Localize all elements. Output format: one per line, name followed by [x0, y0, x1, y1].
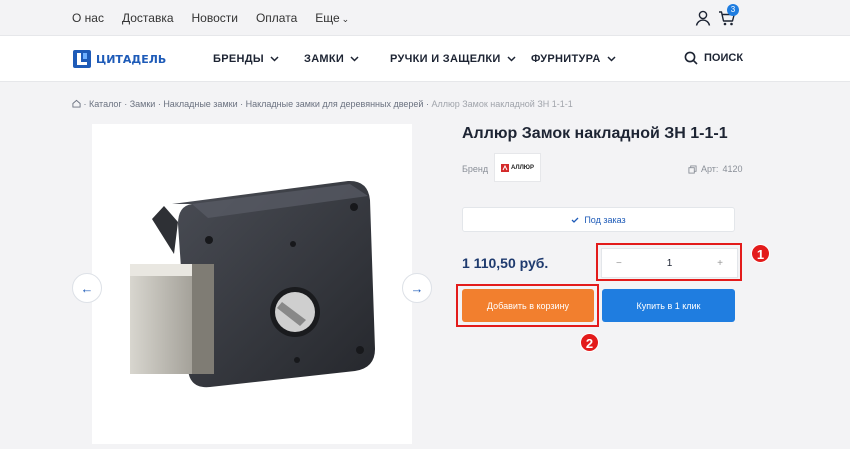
breadcrumb: · Каталог · Замки · Накладные замки · На… [72, 99, 573, 109]
annotation-number-1: 1 [751, 244, 770, 263]
brand-logo[interactable]: АЛЛЮР [494, 153, 541, 182]
top-link-more[interactable]: Еще ⌄ [315, 11, 367, 25]
nav-brands-label: БРЕНДЫ [213, 53, 264, 65]
breadcrumb-current: Аллюр Замок накладной ЗН 1-1-1 [431, 99, 573, 109]
article-value: 4120 [722, 164, 743, 174]
top-link-payment[interactable]: Оплата [256, 11, 297, 25]
gallery-next-arrow-icon[interactable]: → [402, 273, 432, 303]
chevron-down-icon [507, 56, 516, 62]
article-label: Арт: [701, 164, 719, 174]
search-button[interactable]: ПОИСК [684, 51, 743, 65]
chevron-down-icon [270, 56, 279, 62]
availability-text: Под заказ [584, 214, 626, 225]
annotation-box-2 [456, 284, 599, 327]
brand-logo-text: АЛЛЮР [510, 164, 534, 171]
product-title: Аллюр Замок накладной ЗН 1-1-1 [462, 125, 728, 142]
buy-one-click-button[interactable]: Купить в 1 клик [602, 289, 735, 322]
site-logo[interactable]: ЦИТАДЕЛЬ [72, 49, 166, 69]
chevron-down-icon [350, 56, 359, 62]
top-bar: О нас Доставка Новости Оплата Еще ⌄ 3 [0, 0, 850, 36]
nav-locks[interactable]: ЗАМКИ [304, 53, 359, 65]
logo-text: ЦИТАДЕЛЬ [96, 52, 167, 66]
nav-handles[interactable]: РУЧКИ И ЗАЩЕЛКИ [390, 53, 516, 65]
brand-label: Бренд [462, 164, 489, 174]
top-link-news[interactable]: Новости [192, 11, 238, 25]
cart-count-badge: 3 [727, 4, 739, 16]
product-gallery [92, 124, 412, 444]
availability-status[interactable]: Под заказ [462, 207, 735, 232]
breadcrumb-overhead-locks[interactable]: Накладные замки [163, 99, 237, 109]
nav-hardware-label: ФУРНИТУРА [531, 53, 601, 65]
nav-brands[interactable]: БРЕНДЫ [213, 53, 279, 65]
annotation-number-2: 2 [580, 333, 599, 352]
search-label: ПОИСК [704, 52, 744, 64]
checkmark-icon [571, 217, 579, 223]
home-icon[interactable] [72, 99, 81, 108]
user-icon[interactable] [694, 9, 712, 27]
top-link-about[interactable]: О нас [72, 11, 104, 25]
main-header: ЦИТАДЕЛЬ БРЕНДЫ ЗАМКИ РУЧКИ И ЗАЩЕЛКИ ФУ… [0, 36, 850, 82]
product-image [130, 180, 375, 388]
nav-hardware[interactable]: ФУРНИТУРА [531, 53, 616, 65]
gallery-prev-arrow-icon[interactable]: ← [72, 273, 102, 303]
top-link-delivery[interactable]: Доставка [122, 11, 174, 25]
chevron-down-icon [607, 56, 616, 62]
logo-icon [73, 50, 91, 68]
breadcrumb-wooden-doors[interactable]: Накладные замки для деревянных дверей [246, 99, 424, 109]
nav-locks-label: ЗАМКИ [304, 53, 345, 65]
product-price: 1 110,50 руб. [462, 255, 549, 271]
breadcrumb-locks[interactable]: Замки [130, 99, 156, 109]
article-number: Арт: 4120 [688, 164, 742, 174]
search-icon [684, 51, 698, 65]
nav-handles-label: РУЧКИ И ЗАЩЕЛКИ [390, 53, 501, 65]
top-link-more-label: Еще [315, 11, 340, 25]
copy-icon[interactable] [688, 164, 697, 174]
chevron-down-icon: ⌄ [341, 14, 350, 24]
annotation-box-1 [596, 243, 742, 281]
brand-logo-icon [500, 163, 509, 172]
top-nav: О нас Доставка Новости Оплата Еще ⌄ [72, 11, 385, 25]
breadcrumb-catalog[interactable]: Каталог [89, 99, 122, 109]
